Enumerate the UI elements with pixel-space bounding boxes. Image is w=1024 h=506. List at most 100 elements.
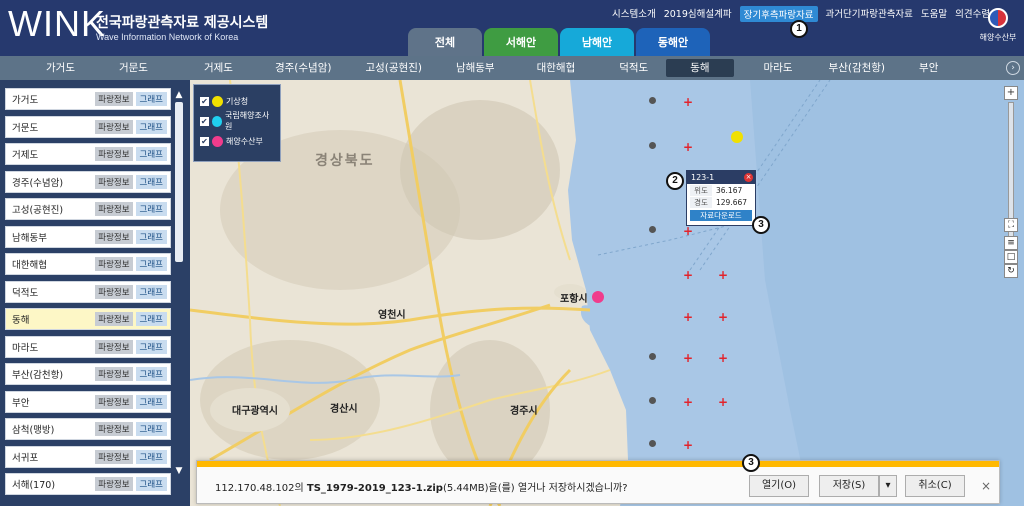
map[interactable]: 경상북도 영천시 포항시 경주시 대구광역시 경산시 ✔ 기상청 ✔ 국립해양조… xyxy=(190,80,1024,506)
grid-point-marker[interactable] xyxy=(649,397,656,404)
sidebar-item[interactable]: 거제도 파랑정보 그래프 xyxy=(5,143,171,165)
sidebar-item[interactable]: 서해(170) 파랑정보 그래프 xyxy=(5,473,171,495)
station-tab[interactable]: 대한해협 xyxy=(523,59,606,77)
wave-info-button[interactable]: 파랑정보 xyxy=(95,147,133,161)
sidebar-item[interactable]: 서귀포 파랑정보 그래프 xyxy=(5,445,171,468)
data-download-button[interactable]: 자료다운로드 xyxy=(690,210,752,221)
cross-marker[interactable]: + xyxy=(718,311,728,323)
chevron-right-icon[interactable]: › xyxy=(1006,61,1020,75)
graph-button[interactable]: 그래프 xyxy=(135,477,167,491)
wave-info-button[interactable]: 파랑정보 xyxy=(95,257,133,271)
graph-button[interactable]: 그래프 xyxy=(135,449,167,464)
reset-icon[interactable]: ↻ xyxy=(1004,264,1018,278)
legend-item[interactable]: ✔ 해양수산부 xyxy=(200,131,274,151)
graph-button[interactable]: 그래프 xyxy=(135,202,167,216)
graph-button[interactable]: 그래프 xyxy=(135,92,167,106)
cross-marker[interactable]: + xyxy=(683,225,693,237)
grid-point-marker[interactable] xyxy=(649,226,656,233)
sidebar-item[interactable]: 덕적도 파랑정보 그래프 xyxy=(5,280,171,303)
close-icon[interactable]: × xyxy=(744,173,753,182)
chevron-down-icon[interactable]: ▼ xyxy=(173,466,185,476)
cross-marker[interactable]: + xyxy=(683,396,693,408)
wave-info-button[interactable]: 파랑정보 xyxy=(95,449,133,464)
tab-all[interactable]: 전체 xyxy=(408,28,482,56)
checkbox-icon[interactable]: ✔ xyxy=(200,136,209,146)
sidebar-item[interactable]: 삼척(맹방) 파랑정보 그래프 xyxy=(5,418,171,440)
wave-info-button[interactable]: 파랑정보 xyxy=(95,284,133,299)
tab-west-coast[interactable]: 서해안 xyxy=(484,28,558,56)
grid-point-marker[interactable] xyxy=(649,97,656,104)
cross-marker[interactable]: + xyxy=(718,396,728,408)
station-tab[interactable]: 부산(감천항) xyxy=(815,59,906,77)
wave-info-button[interactable]: 파랑정보 xyxy=(95,312,133,326)
nav-longterm-hindcast[interactable]: 장기후측파랑자료 xyxy=(739,6,818,22)
station-tab[interactable]: 거제도 xyxy=(190,59,261,77)
sidebar-item[interactable]: 거문도 파랑정보 그래프 xyxy=(5,115,171,138)
wave-info-button[interactable]: 파랑정보 xyxy=(95,422,133,436)
select-box-icon[interactable]: □ xyxy=(1004,250,1018,264)
sidebar-item[interactable]: 남해동부 파랑정보 그래프 xyxy=(5,225,171,248)
sidebar-item[interactable]: 부산(감천항) 파랑정보 그래프 xyxy=(5,363,171,385)
sidebar-item[interactable]: 동해 파랑정보 그래프 xyxy=(5,308,171,330)
wave-info-button[interactable]: 파랑정보 xyxy=(95,394,133,409)
sidebar-item[interactable]: 고성(공현진) 파랑정보 그래프 xyxy=(5,198,171,220)
tab-east-coast[interactable]: 동해안 xyxy=(636,28,710,56)
grid-point-marker[interactable] xyxy=(649,353,656,360)
cross-marker[interactable]: + xyxy=(683,352,693,364)
graph-button[interactable]: 그래프 xyxy=(135,119,167,134)
scroll-thumb[interactable] xyxy=(175,102,183,262)
station-tab[interactable]: 고성(공현진) xyxy=(351,59,442,77)
station-tab[interactable]: 부안 xyxy=(905,59,952,77)
station-tab[interactable]: 남해동부 xyxy=(442,59,523,77)
grid-point-marker[interactable] xyxy=(649,440,656,447)
cross-marker[interactable]: + xyxy=(718,269,728,281)
graph-button[interactable]: 그래프 xyxy=(135,312,167,326)
wave-info-button[interactable]: 파랑정보 xyxy=(95,174,133,189)
wave-info-button[interactable]: 파랑정보 xyxy=(95,477,133,491)
cross-marker[interactable]: + xyxy=(683,311,693,323)
ministry-logo[interactable]: 해양수산부 xyxy=(976,8,1020,48)
grid-point-marker[interactable] xyxy=(649,142,656,149)
graph-button[interactable]: 그래프 xyxy=(135,367,167,381)
nav-system-intro[interactable]: 시스템소개 xyxy=(612,6,656,22)
graph-button[interactable]: 그래프 xyxy=(135,339,167,354)
checkbox-icon[interactable]: ✔ xyxy=(200,96,209,106)
sidebar-item[interactable]: 경주(수념암) 파랑정보 그래프 xyxy=(5,170,171,193)
checkbox-icon[interactable]: ✔ xyxy=(200,116,209,126)
station-tab[interactable]: 마라도 xyxy=(734,59,815,77)
sidebar-item[interactable]: 가거도 파랑정보 그래프 xyxy=(5,88,171,110)
wave-info-button[interactable]: 파랑정보 xyxy=(95,367,133,381)
station-tab[interactable]: 거문도 xyxy=(105,59,190,77)
station-tab[interactable]: 경주(수념암) xyxy=(261,59,352,77)
close-icon[interactable]: × xyxy=(981,479,991,493)
wave-info-button[interactable]: 파랑정보 xyxy=(95,339,133,354)
graph-button[interactable]: 그래프 xyxy=(135,229,167,244)
cancel-button[interactable]: 취소(C) xyxy=(905,475,965,497)
graph-button[interactable]: 그래프 xyxy=(135,284,167,299)
graph-button[interactable]: 그래프 xyxy=(135,147,167,161)
sidebar-scrollbar[interactable]: ▲ ▼ xyxy=(173,90,185,490)
graph-button[interactable]: 그래프 xyxy=(135,174,167,189)
kma-station-marker[interactable] xyxy=(731,131,743,143)
logo[interactable]: WINK xyxy=(8,4,106,44)
zoom-in-button[interactable]: + xyxy=(1004,86,1018,100)
sidebar-item[interactable]: 마라도 파랑정보 그래프 xyxy=(5,335,171,358)
graph-button[interactable]: 그래프 xyxy=(135,257,167,271)
nav-help[interactable]: 도움말 xyxy=(921,6,947,22)
save-dropdown-button[interactable]: ▾ xyxy=(879,475,897,497)
layers-icon[interactable]: ≡ xyxy=(1004,236,1018,250)
graph-button[interactable]: 그래프 xyxy=(135,394,167,409)
cross-marker[interactable]: + xyxy=(683,141,693,153)
station-tab[interactable]: 덕적도 xyxy=(605,59,666,77)
sidebar-item[interactable]: 대한해협 파랑정보 그래프 xyxy=(5,253,171,275)
chevron-up-icon[interactable]: ▲ xyxy=(173,90,185,100)
open-button[interactable]: 열기(O) xyxy=(749,475,809,497)
station-tab-selected[interactable]: 동해 xyxy=(666,59,734,77)
tab-south-coast[interactable]: 남해안 xyxy=(560,28,634,56)
cross-marker[interactable]: + xyxy=(683,269,693,281)
station-tab[interactable]: 가거도 xyxy=(0,59,105,77)
cross-marker[interactable]: + xyxy=(683,96,693,108)
legend-item[interactable]: ✔ 기상청 xyxy=(200,91,274,111)
cross-marker[interactable]: + xyxy=(683,439,693,451)
graph-button[interactable]: 그래프 xyxy=(135,422,167,436)
